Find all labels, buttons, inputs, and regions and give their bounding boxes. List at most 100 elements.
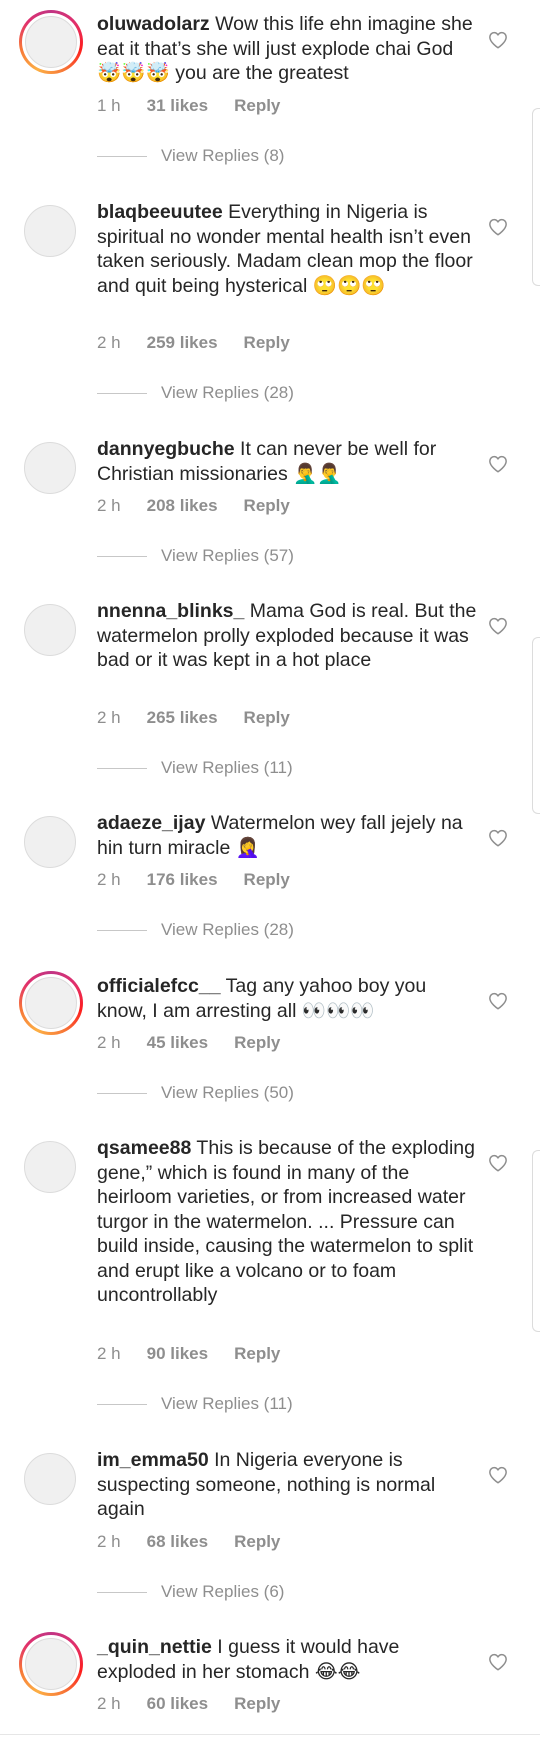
comment-meta: 2 h 176 likes Reply xyxy=(97,870,316,890)
heart-icon[interactable] xyxy=(488,455,508,473)
comment-text: _quin_nettie I guess it would have explo… xyxy=(97,1635,477,1684)
comment-meta: 1 h 31 likes Reply xyxy=(97,96,306,116)
comment-timestamp: 2 h xyxy=(97,496,121,515)
view-replies-button[interactable]: View Replies (28) xyxy=(97,920,294,944)
heart-icon[interactable] xyxy=(488,992,508,1010)
avatar[interactable] xyxy=(24,442,76,494)
comment-body: This is because of the exploding gene,” … xyxy=(97,1137,475,1306)
comment-text: oluwadolarz Wow this life ehn imagine sh… xyxy=(97,12,477,86)
avatar[interactable] xyxy=(24,1453,76,1505)
comment-text: nnenna_blinks_ Mama God is real. But the… xyxy=(97,599,477,673)
comment-timestamp: 2 h xyxy=(97,1344,121,1363)
comment-username[interactable]: im_emma50 xyxy=(97,1449,209,1471)
likes-count[interactable]: 176 likes xyxy=(147,870,218,889)
comment-username[interactable]: _quin_nettie xyxy=(97,1636,212,1658)
reply-button[interactable]: Reply xyxy=(234,96,280,115)
comment-text: adaeze_ijay Watermelon wey fall jejely n… xyxy=(97,811,477,860)
avatar[interactable] xyxy=(19,10,83,74)
comment-text: dannyegbuche It can never be well for Ch… xyxy=(97,437,477,486)
likes-count[interactable]: 265 likes xyxy=(147,708,218,727)
view-replies-button[interactable]: View Replies (6) xyxy=(97,1582,284,1606)
comment-username[interactable]: dannyegbuche xyxy=(97,438,235,460)
view-replies-label: View Replies (8) xyxy=(161,146,285,165)
comment-text: officialefcc__ Tag any yahoo boy you kno… xyxy=(97,974,477,1023)
likes-count[interactable]: 208 likes xyxy=(147,496,218,515)
replies-divider-line xyxy=(97,155,147,157)
comment-username[interactable]: oluwadolarz xyxy=(97,13,210,35)
heart-icon[interactable] xyxy=(488,218,508,236)
overlay-edge xyxy=(532,1150,540,1332)
heart-icon[interactable] xyxy=(488,1466,508,1484)
avatar[interactable] xyxy=(19,971,83,1035)
replies-divider-line xyxy=(97,392,147,394)
likes-count[interactable]: 68 likes xyxy=(147,1532,208,1551)
comment-timestamp: 2 h xyxy=(97,1033,121,1052)
avatar[interactable] xyxy=(24,604,76,656)
view-replies-button[interactable]: View Replies (50) xyxy=(97,1083,294,1107)
comment-meta: 2 h 90 likes Reply xyxy=(97,1344,306,1364)
replies-divider-line xyxy=(97,767,147,769)
comment-username[interactable]: qsamee88 xyxy=(97,1137,191,1159)
heart-icon[interactable] xyxy=(488,829,508,847)
avatar[interactable] xyxy=(24,816,76,868)
comment-username[interactable]: adaeze_ijay xyxy=(97,812,205,834)
comment-text: blaqbeeuutee Everything in Nigeria is sp… xyxy=(97,200,477,298)
likes-count[interactable]: 31 likes xyxy=(147,96,208,115)
comment-username[interactable]: blaqbeeuutee xyxy=(97,201,223,223)
view-replies-button[interactable]: View Replies (11) xyxy=(97,758,293,782)
heart-icon[interactable] xyxy=(488,1653,508,1671)
view-replies-label: View Replies (28) xyxy=(161,920,294,939)
view-replies-label: View Replies (57) xyxy=(161,546,294,565)
view-replies-label: View Replies (11) xyxy=(161,758,293,777)
comment-meta: 2 h 60 likes Reply xyxy=(97,1694,306,1714)
view-replies-label: View Replies (50) xyxy=(161,1083,294,1102)
view-replies-label: View Replies (28) xyxy=(161,383,294,402)
heart-icon[interactable] xyxy=(488,1154,508,1172)
reply-button[interactable]: Reply xyxy=(234,1532,280,1551)
avatar[interactable] xyxy=(24,205,76,257)
reply-button[interactable]: Reply xyxy=(244,496,290,515)
comment-timestamp: 2 h xyxy=(97,708,121,727)
likes-count[interactable]: 60 likes xyxy=(147,1694,208,1713)
comment-meta: 2 h 45 likes Reply xyxy=(97,1033,306,1053)
divider xyxy=(0,1734,540,1735)
likes-count[interactable]: 259 likes xyxy=(147,333,218,352)
reply-button[interactable]: Reply xyxy=(244,333,290,352)
reply-button[interactable]: Reply xyxy=(244,708,290,727)
comment-meta: 2 h 208 likes Reply xyxy=(97,496,316,516)
replies-divider-line xyxy=(97,929,147,931)
overlay-edge xyxy=(532,108,540,286)
view-replies-label: View Replies (11) xyxy=(161,1394,293,1413)
comment-timestamp: 2 h xyxy=(97,870,121,889)
overlay-edge xyxy=(532,637,540,814)
comment-meta: 2 h 265 likes Reply xyxy=(97,708,316,728)
comment-username[interactable]: nnenna_blinks_ xyxy=(97,600,244,622)
reply-button[interactable]: Reply xyxy=(244,870,290,889)
heart-icon[interactable] xyxy=(488,617,508,635)
reply-button[interactable]: Reply xyxy=(234,1033,280,1052)
replies-divider-line xyxy=(97,1403,147,1405)
comment-text: qsamee88 This is because of the explodin… xyxy=(97,1136,477,1308)
reply-button[interactable]: Reply xyxy=(234,1344,280,1363)
comment-meta: 2 h 259 likes Reply xyxy=(97,333,316,353)
view-replies-button[interactable]: View Replies (57) xyxy=(97,546,294,570)
avatar[interactable] xyxy=(19,1632,83,1696)
reply-button[interactable]: Reply xyxy=(234,1694,280,1713)
view-replies-button[interactable]: View Replies (8) xyxy=(97,146,284,170)
replies-divider-line xyxy=(97,555,147,557)
comment-username[interactable]: officialefcc__ xyxy=(97,975,221,997)
heart-icon[interactable] xyxy=(488,31,508,49)
comment-timestamp: 2 h xyxy=(97,1532,121,1551)
likes-count[interactable]: 90 likes xyxy=(147,1344,208,1363)
comment-meta: 2 h 68 likes Reply xyxy=(97,1532,306,1552)
view-replies-button[interactable]: View Replies (28) xyxy=(97,383,294,407)
avatar[interactable] xyxy=(24,1141,76,1193)
comment-timestamp: 2 h xyxy=(97,333,121,352)
likes-count[interactable]: 45 likes xyxy=(147,1033,208,1052)
comment-text: im_emma50 In Nigeria everyone is suspect… xyxy=(97,1448,477,1522)
replies-divider-line xyxy=(97,1092,147,1094)
replies-divider-line xyxy=(97,1591,147,1593)
comment-timestamp: 1 h xyxy=(97,96,121,115)
view-replies-button[interactable]: View Replies (11) xyxy=(97,1394,293,1418)
comment-timestamp: 2 h xyxy=(97,1694,121,1713)
